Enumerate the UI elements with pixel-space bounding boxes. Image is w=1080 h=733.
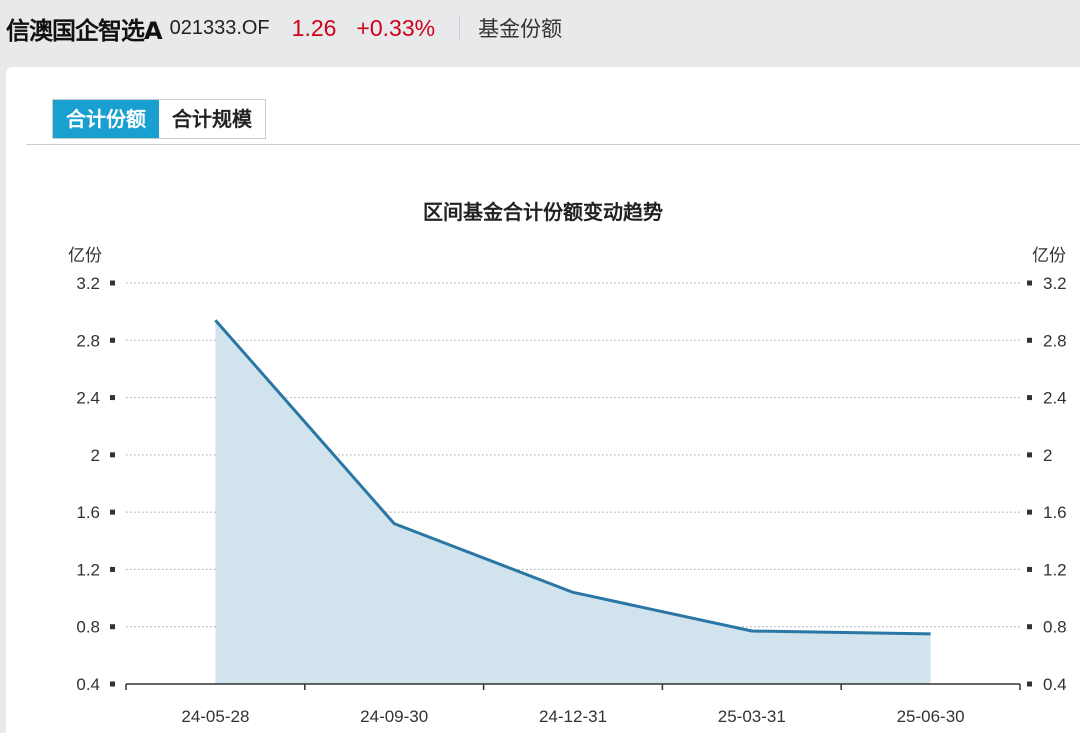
x-tick-label: 25-03-31 bbox=[718, 707, 786, 726]
x-tick-label: 24-09-30 bbox=[360, 707, 428, 726]
y-tick-mark-right bbox=[1027, 395, 1032, 401]
y-tick-label: 2.4 bbox=[76, 389, 100, 408]
y-tick-mark-right bbox=[1027, 280, 1032, 286]
x-tick-label: 24-12-31 bbox=[539, 707, 607, 726]
y-tick-mark bbox=[110, 624, 115, 630]
share-trend-chart: 0.4 0.8 1.2 1.6 2 2.4 2.8 3.2 0.4 0.8 1.2 1.6 2 2.4 2… bbox=[68, 246, 1067, 726]
y-tick-mark bbox=[110, 395, 115, 401]
y-tick-label-right: 1.2 bbox=[1043, 560, 1067, 579]
right-unit-label: 亿份 bbox=[1032, 246, 1066, 266]
y-tick-mark-right bbox=[1027, 681, 1032, 687]
y-tick-label-right: 3.2 bbox=[1043, 274, 1067, 293]
y-tick-label-right: 2 bbox=[1043, 446, 1052, 465]
y-tick-label-right: 2.8 bbox=[1043, 331, 1067, 350]
y-tick-mark bbox=[110, 566, 115, 572]
area-fill bbox=[215, 320, 931, 684]
y-tick-label: 1.2 bbox=[76, 560, 100, 579]
y-tick-label-right: 1.6 bbox=[1043, 503, 1067, 522]
y-tick-mark bbox=[110, 337, 115, 343]
y-tick-label: 2.8 bbox=[76, 331, 100, 350]
y-tick-mark bbox=[110, 452, 115, 458]
y-tick-mark bbox=[110, 509, 115, 515]
y-tick-label: 2 bbox=[91, 446, 100, 465]
y-tick-label-right: 2.4 bbox=[1043, 389, 1067, 408]
right-y-axis: 0.4 0.8 1.2 1.6 2 2.4 2.8 3.2 bbox=[1027, 274, 1067, 694]
x-tick-label: 24-05-28 bbox=[181, 707, 249, 726]
y-tick-label: 0.8 bbox=[76, 618, 100, 637]
y-tick-label-right: 0.4 bbox=[1043, 675, 1067, 694]
y-tick-label: 0.4 bbox=[76, 675, 100, 694]
x-axis: 24-05-28 24-09-30 24-12-31 25-03-31 25-06-30 bbox=[125, 683, 1021, 726]
left-y-axis: 0.4 0.8 1.2 1.6 2 2.4 2.8 3.2 bbox=[76, 274, 115, 694]
y-tick-mark-right bbox=[1027, 452, 1032, 458]
y-tick-label-right: 0.8 bbox=[1043, 618, 1067, 637]
y-tick-label: 3.2 bbox=[76, 274, 100, 293]
y-tick-mark-right bbox=[1027, 566, 1032, 572]
y-tick-mark bbox=[110, 681, 115, 687]
y-tick-mark bbox=[110, 280, 115, 286]
y-tick-mark-right bbox=[1027, 337, 1032, 343]
y-tick-mark-right bbox=[1027, 509, 1032, 515]
y-tick-mark-right bbox=[1027, 624, 1032, 630]
y-tick-label: 1.6 bbox=[76, 503, 100, 522]
left-unit-label: 亿份 bbox=[68, 246, 102, 266]
x-tick-label: 25-06-30 bbox=[897, 707, 965, 726]
chart-panel: 合计份额 合计规模 区间基金合计份额变动趋势 0.4 0.8 1.2 1.6 2 2.4 2… bbox=[6, 67, 1080, 733]
